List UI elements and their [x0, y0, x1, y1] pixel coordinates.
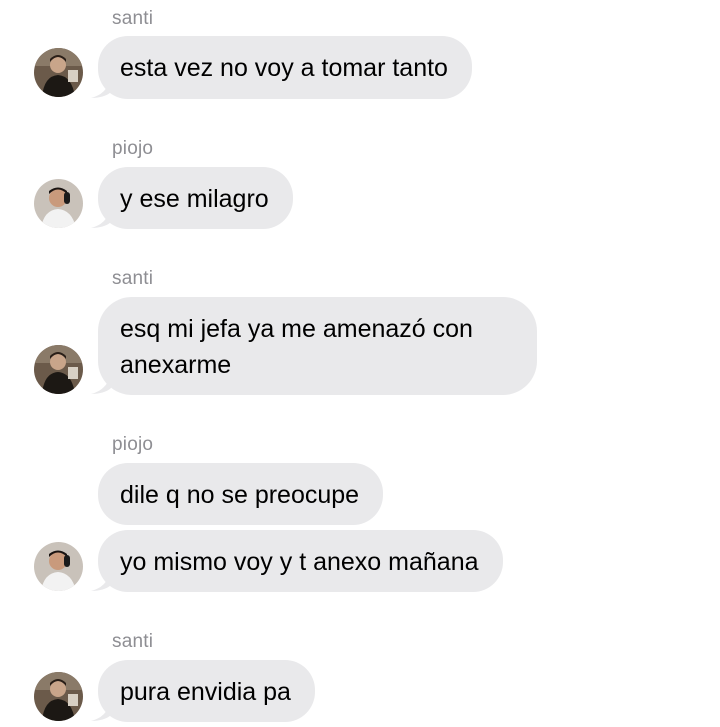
message-bubble[interactable]: esta vez no voy a tomar tanto — [98, 36, 472, 99]
piojo-avatar-icon[interactable] — [34, 179, 83, 228]
message-bubble[interactable]: pura envidia pa — [98, 660, 315, 722]
sender-name: piojo — [112, 138, 154, 159]
bubble-tail — [91, 207, 111, 228]
bubble-tail — [91, 570, 111, 591]
santi-avatar-icon[interactable] — [34, 48, 83, 97]
bubble-tail — [91, 373, 111, 394]
message-bubble[interactable]: dile q no se preocupe — [98, 463, 384, 525]
sender-name: piojo — [112, 434, 154, 455]
sender-name: santi — [112, 8, 154, 29]
message-bubble[interactable]: y ese milagro — [98, 167, 293, 229]
message-bubble[interactable]: esq mi jefa ya me amenazó con anexarme — [98, 297, 537, 395]
sender-name: santi — [112, 268, 154, 289]
santi-avatar-icon[interactable] — [34, 672, 83, 721]
bubble-tail — [91, 77, 111, 98]
message-bubble[interactable]: yo mismo voy y t anexo mañana — [98, 530, 503, 592]
santi-avatar-icon[interactable] — [34, 345, 83, 394]
piojo-avatar-icon[interactable] — [34, 542, 83, 591]
sender-name: santi — [112, 631, 154, 652]
bubble-tail — [91, 700, 111, 721]
